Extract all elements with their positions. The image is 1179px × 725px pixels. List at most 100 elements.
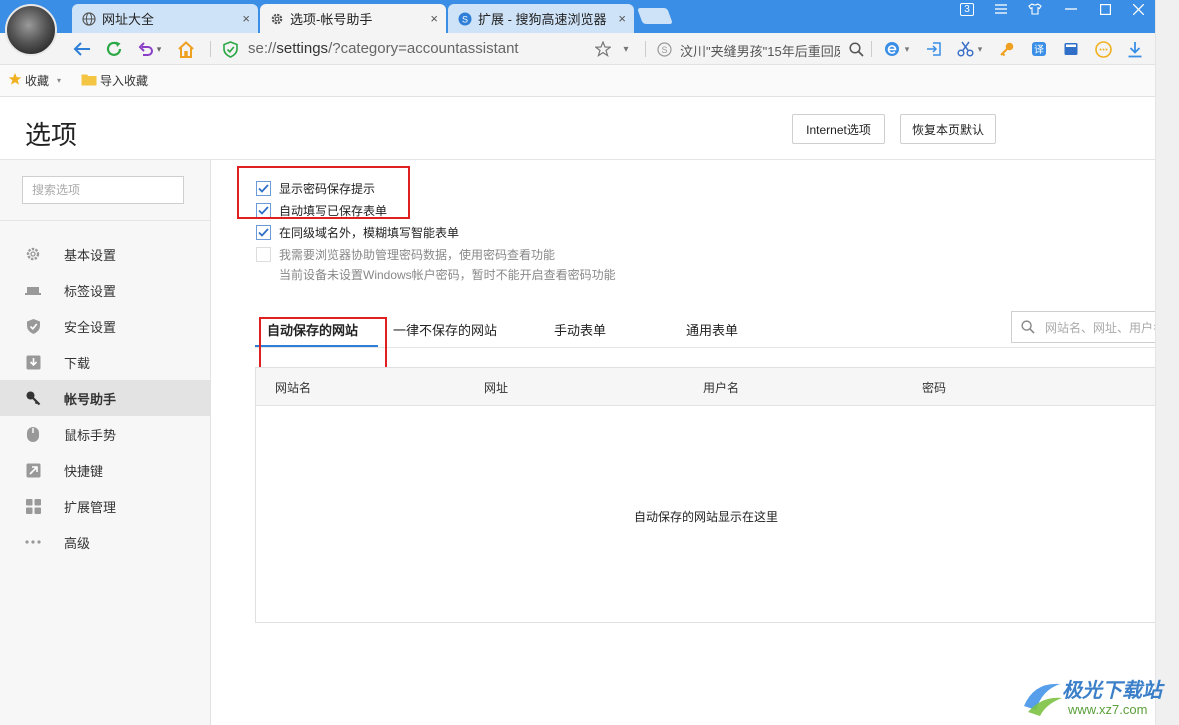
sidebar-item-advanced[interactable]: 高级 [0,524,210,560]
checkbox-unchecked-icon[interactable] [256,247,271,262]
globe-icon [82,11,96,26]
key-icon[interactable] [997,39,1017,59]
toolbar-divider [210,41,211,57]
watermark-url: www.xz7.com [1068,702,1148,717]
watermark-logo: 极光下载站 www.xz7.com [1020,672,1170,722]
sidebar-item-security[interactable]: 安全设置 [0,308,210,344]
internet-options-button[interactable]: Internet选项 [792,114,885,144]
undo-dropdown-icon[interactable]: ▾ [154,39,164,59]
new-tab-button[interactable] [637,8,673,24]
aurora-logo-icon [1024,683,1062,716]
minimize-icon[interactable] [1054,0,1088,18]
tab-label: 扩展 - 搜狗高速浏览器 [478,12,607,27]
undo-icon[interactable] [136,39,156,59]
watermark-title: 极光下载站 [1062,680,1162,702]
skin-icon[interactable] [1018,0,1052,18]
address-bar[interactable]: se://settings/?category=accountassistant [248,40,519,57]
sogou-icon: S [458,12,472,26]
folder-icon [81,73,97,89]
emoji-icon[interactable] [1093,39,1113,59]
favorites-menu[interactable]: 收藏 ▾ [8,72,61,89]
menu-icon[interactable] [984,0,1018,18]
sidebar-item-mouse-gesture[interactable]: 鼠标手势 [0,416,210,452]
home-icon[interactable] [176,39,196,59]
sidebar-item-account-assistant[interactable]: 帐号助手 [0,380,210,416]
restore-default-button[interactable]: 恢复本页默认 [900,114,996,144]
gear-icon [270,12,284,26]
tab-common-forms[interactable]: 通用表单 [686,320,738,339]
site-search-input[interactable]: 网站名、网址、用户名 [1011,311,1155,343]
download-icon [24,353,42,371]
more-icon [24,533,42,551]
column-site-name: 网站名 [275,381,312,395]
navigation-toolbar: ▾ se://settings/?category=accountassista… [0,33,1155,65]
mouse-icon [24,425,42,443]
sidebar-item-shortcuts[interactable]: 快捷键 [0,452,210,488]
empty-state-text: 自动保存的网站显示在这里 [633,510,778,524]
saved-sites-table: 网站名 网址 用户名 密码 自动保存的网站显示在这里 [255,367,1156,623]
import-bookmarks[interactable]: 导入收藏 [81,72,148,89]
windows-password-option[interactable]: 我需要浏览器协助管理密码数据，使用密码查看功能 [256,246,555,263]
shortcut-icon [24,461,42,479]
translate-icon[interactable]: 译 [1029,39,1049,59]
window-count-badge[interactable]: 3 [950,0,984,18]
bookmarks-bar: 收藏 ▾ 导入收藏 [0,65,1155,97]
shield-icon [24,317,42,335]
search-options-input[interactable]: 搜索选项 [22,176,184,204]
close-icon[interactable]: × [618,11,626,26]
fuzzy-fill-option[interactable]: 在同级域名外，模糊填写智能表单 [256,224,459,241]
refresh-icon[interactable] [104,39,124,59]
search-icon [1021,320,1035,334]
login-icon[interactable] [924,39,944,59]
key-icon [24,389,42,407]
chevron-down-icon: ▾ [57,76,62,85]
close-icon[interactable]: × [242,11,250,26]
tab-never-save[interactable]: 一律不保存的网站 [393,320,497,339]
checkbox-checked-icon[interactable] [256,225,271,240]
gear-icon [24,245,42,263]
address-dropdown-icon[interactable]: ▾ [619,39,633,59]
close-window-icon[interactable] [1121,0,1155,18]
toolbar-divider [871,41,872,57]
right-edge-strip [1155,0,1179,725]
browser-tab-nav[interactable]: 网址大全 × [72,4,258,33]
sogou-search-icon: S [654,39,674,59]
settings-header: 选项 Internet选项 恢复本页默认 [0,97,1155,160]
tab-icon [24,281,42,299]
svg-text:S: S [462,14,468,24]
ie-mode-icon[interactable] [882,39,902,59]
secure-shield-icon[interactable] [220,39,240,59]
windows-password-note: 当前设备未设置Windows帐户密码，暂时不能开启查看密码功能 [279,268,616,282]
column-url: 网址 [484,381,509,395]
column-password: 密码 [922,381,947,395]
reader-icon[interactable] [1061,39,1081,59]
ie-dropdown-icon[interactable]: ▾ [902,39,912,59]
tab-label: 选项-帐号助手 [290,12,373,27]
star-icon[interactable] [593,39,613,59]
browser-tab-settings[interactable]: 选项-帐号助手 × [260,4,446,33]
search-icon[interactable] [846,39,866,59]
table-header: 网站名 网址 用户名 密码 [256,368,1156,406]
grid-icon [24,497,42,515]
svg-text:译: 译 [1034,44,1044,56]
tab-label: 网址大全 [102,12,155,27]
avatar[interactable] [5,4,57,56]
scissors-icon[interactable] [955,39,975,59]
search-box[interactable]: 汶川"夹缝男孩"15年后重回废墟 [680,41,840,60]
sidebar-item-tabs[interactable]: 标签设置 [0,272,210,308]
highlight-box-options [237,166,410,219]
maximize-icon[interactable] [1088,0,1122,18]
back-icon[interactable] [72,39,92,59]
download-icon[interactable] [1125,39,1145,59]
column-username: 用户名 [703,381,740,395]
highlight-box-tab [259,317,387,369]
sidebar-item-basic[interactable]: 基本设置 [0,236,210,272]
sidebar-item-download[interactable]: 下载 [0,344,210,380]
sidebar-divider [0,220,210,221]
close-icon[interactable]: × [430,11,438,26]
browser-tab-extensions[interactable]: S 扩展 - 搜狗高速浏览器 × [448,4,634,33]
tab-manual-forms[interactable]: 手动表单 [554,320,606,339]
settings-sidebar: 搜索选项 基本设置 标签设置 安全设置 下载 帐号助手 鼠标手势 快捷键 扩展管… [0,160,211,725]
sidebar-item-extensions[interactable]: 扩展管理 [0,488,210,524]
scissors-dropdown-icon[interactable]: ▾ [975,39,985,59]
